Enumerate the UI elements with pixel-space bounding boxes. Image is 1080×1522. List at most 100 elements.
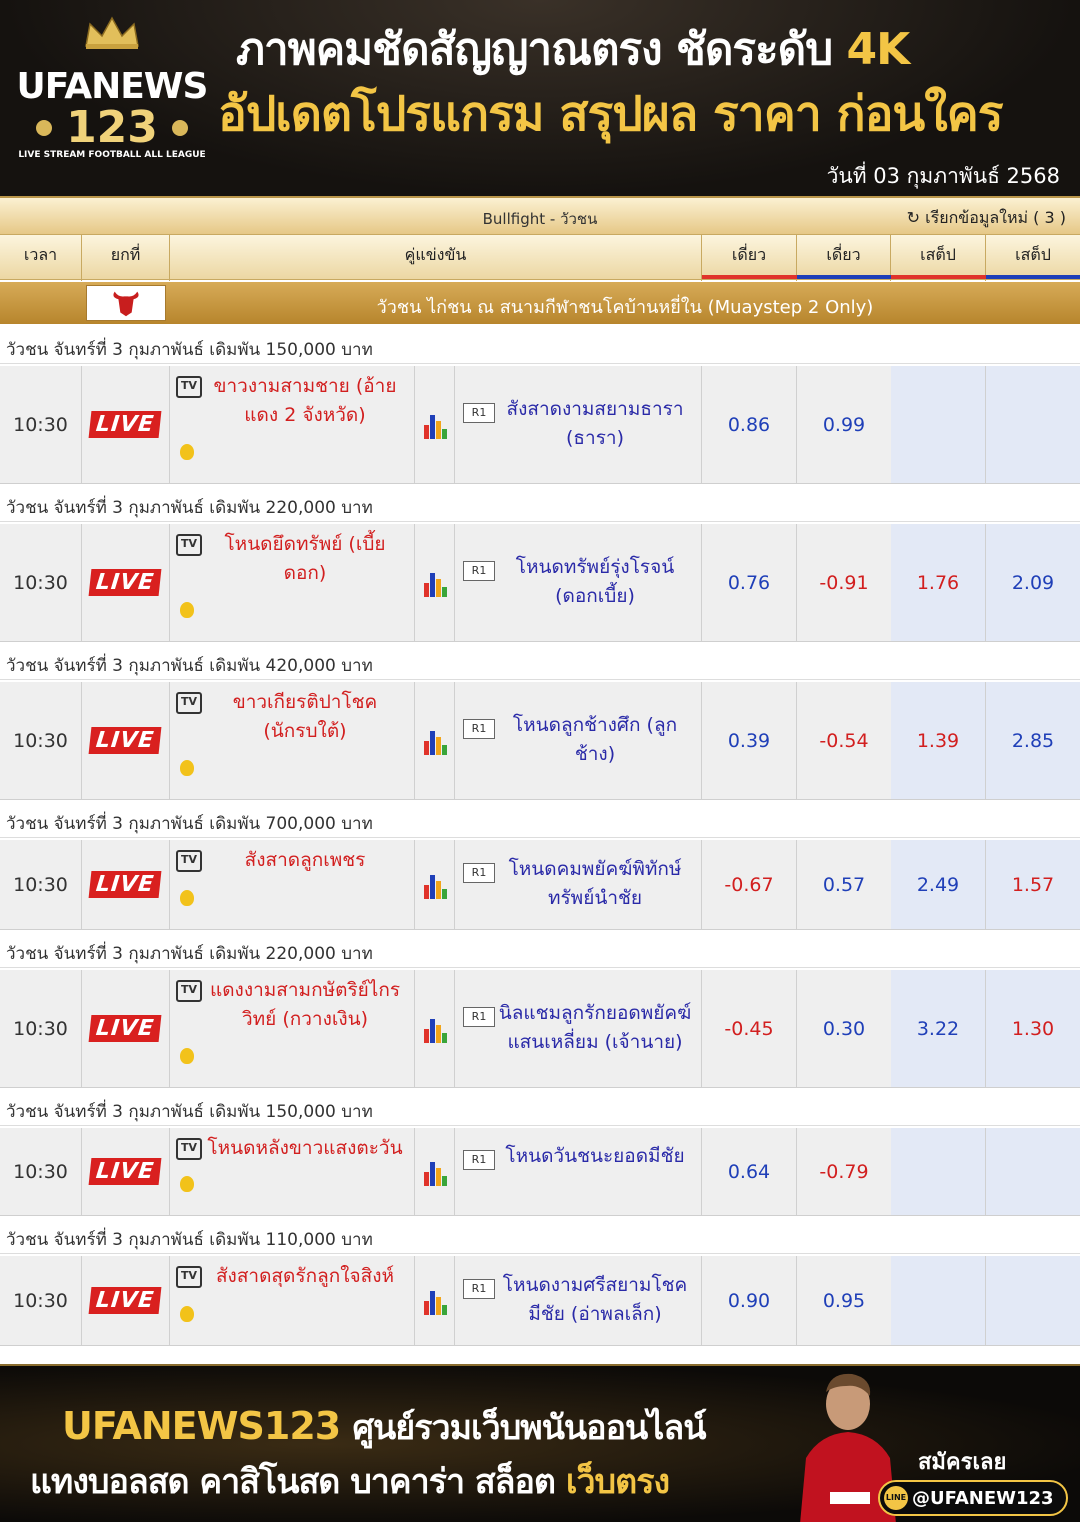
- football-icon: [172, 120, 188, 136]
- odds-cell[interactable]: -0.79: [797, 1128, 892, 1215]
- match-row[interactable]: 10:30 LIVE TV สังสาดสุดรักลูกใจสิงห์ R1 โหนดง…: [0, 1256, 1080, 1346]
- home-team-cell[interactable]: TV สังสาดสุดรักลูกใจสิงห์: [170, 1256, 415, 1345]
- away-team-cell[interactable]: R1 โหนดทรัพย์รุ่งโรจน์ (ดอกเบี้ย): [455, 524, 702, 641]
- away-team-cell[interactable]: R1 โหนดลูกช้างศึก (ลูกช้าง): [455, 682, 702, 799]
- tv-icon[interactable]: TV: [176, 980, 202, 1002]
- tv-icon[interactable]: TV: [176, 376, 202, 398]
- yellow-card-icon: [180, 444, 194, 460]
- home-team-cell[interactable]: TV แดงงามสามกษัตริย์ไกรวิทย์ (กวางเงิน): [170, 970, 415, 1087]
- stats-cell[interactable]: [415, 682, 455, 799]
- stats-cell[interactable]: [415, 1128, 455, 1215]
- odds-cell[interactable]: -0.54: [797, 682, 892, 799]
- odds-cell[interactable]: -0.91: [797, 524, 892, 641]
- stats-bar: [429, 874, 435, 899]
- home-team-cell[interactable]: TV โหนดหลังขาวแสงตะวัน: [170, 1128, 415, 1215]
- footer-brand: UFANEWS123: [62, 1404, 341, 1448]
- tv-icon[interactable]: TV: [176, 534, 202, 556]
- line-contact-button[interactable]: LINE @UFANEW123: [878, 1480, 1068, 1516]
- stats-chart-icon[interactable]: [423, 569, 447, 597]
- live-cell[interactable]: LIVE: [82, 1256, 170, 1345]
- header-banner: UFANEWS 123 LIVE STREAM FOOTBALL ALL LEA…: [0, 0, 1080, 196]
- match-row[interactable]: 10:30 LIVE TV ขาวงามสามชาย (อ้ายแดง 2 จังหว…: [0, 366, 1080, 484]
- match-row[interactable]: 10:30 LIVE TV ขาวเกียรติปาโชค (นักรบใต้) R1 โ…: [0, 682, 1080, 800]
- home-team-name: สังสาดลูกเพชร: [244, 849, 366, 871]
- odds-cell[interactable]: 0.90: [702, 1256, 797, 1345]
- tv-icon[interactable]: TV: [176, 1266, 202, 1288]
- col-bar-blue: [797, 275, 891, 279]
- odds-cell[interactable]: 3.22: [891, 970, 986, 1087]
- stats-bar: [435, 880, 441, 899]
- refresh-button[interactable]: ↻ เรียกข้อมูลใหม่ ( 3 ): [907, 206, 1066, 231]
- away-team-cell[interactable]: R1 โหนดวันชนะยอดมีชัย: [455, 1128, 702, 1215]
- match-header: วัวชน จันทร์ที่ 3 กุมภาพันธ์ เดิมพัน 700…: [0, 800, 1080, 838]
- site-logo[interactable]: UFANEWS 123 LIVE STREAM FOOTBALL ALL LEA…: [14, 10, 210, 188]
- stats-bar: [423, 582, 429, 597]
- home-team-cell[interactable]: TV ขาวงามสามชาย (อ้ายแดง 2 จังหวัด): [170, 366, 415, 483]
- away-team-cell[interactable]: R1 โหนดงามศรีสยามโชคมีชัย (อ่าพลเล็ก): [455, 1256, 702, 1345]
- home-team-name: ขาวงามสามชาย (อ้ายแดง 2 จังหวัด): [213, 375, 397, 426]
- stats-chart-icon[interactable]: [423, 1158, 447, 1186]
- odds-cell[interactable]: 2.09: [986, 524, 1080, 641]
- live-cell[interactable]: LIVE: [82, 1128, 170, 1215]
- tv-icon[interactable]: TV: [176, 850, 202, 872]
- tv-icon[interactable]: TV: [176, 1138, 202, 1160]
- odds-cell[interactable]: -0.45: [702, 970, 797, 1087]
- yellow-card-icon: [180, 1176, 194, 1192]
- league-row[interactable]: วัวชน ไก่ชน ณ สนามกีฬาชนโคบ้านหยี่ใน (Mu…: [0, 282, 1080, 324]
- away-team-cell[interactable]: R1 สังสาดงามสยามธารา (ธารา): [455, 366, 702, 483]
- odds-cell[interactable]: 0.76: [702, 524, 797, 641]
- odds-cell[interactable]: 0.86: [702, 366, 797, 483]
- odds-cell[interactable]: 0.39: [702, 682, 797, 799]
- match-row[interactable]: 10:30 LIVE TV สังสาดลูกเพชร R1 โหนดคมพยัคฆ์พิ…: [0, 840, 1080, 930]
- stats-cell[interactable]: [415, 840, 455, 929]
- odds-cell[interactable]: 0.95: [797, 1256, 892, 1345]
- live-cell[interactable]: LIVE: [82, 970, 170, 1087]
- headline-accent: 4K: [846, 24, 911, 75]
- away-team-cell[interactable]: R1 นิลแชมลูกรักยอดพยัคฆ์แสนเหลี่ยม (เจ้าน…: [455, 970, 702, 1087]
- odds-cell[interactable]: 1.57: [986, 840, 1080, 929]
- live-badge[interactable]: LIVE: [88, 411, 163, 438]
- odds-cell[interactable]: 0.30: [797, 970, 892, 1087]
- odds-cell[interactable]: 1.39: [891, 682, 986, 799]
- round-badge: R1: [463, 561, 495, 581]
- stats-chart-icon[interactable]: [423, 1287, 447, 1315]
- live-badge[interactable]: LIVE: [88, 1015, 163, 1042]
- live-cell[interactable]: LIVE: [82, 840, 170, 929]
- odds-cell[interactable]: -0.67: [702, 840, 797, 929]
- live-cell[interactable]: LIVE: [82, 524, 170, 641]
- match-row[interactable]: 10:30 LIVE TV โหนดหลังขาวแสงตะวัน R1 โหนดวันช…: [0, 1128, 1080, 1216]
- live-badge[interactable]: LIVE: [88, 1158, 163, 1185]
- match-row[interactable]: 10:30 LIVE TV โหนดยึดทรัพย์ (เบี้ยดอก) R1 โหน…: [0, 524, 1080, 642]
- live-cell[interactable]: LIVE: [82, 682, 170, 799]
- live-cell[interactable]: LIVE: [82, 366, 170, 483]
- live-badge[interactable]: LIVE: [88, 727, 163, 754]
- odds-cell[interactable]: 0.99: [797, 366, 892, 483]
- home-team-cell[interactable]: TV สังสาดลูกเพชร: [170, 840, 415, 929]
- signup-button[interactable]: สมัครเลย: [918, 1444, 1006, 1479]
- stats-chart-icon[interactable]: [423, 871, 447, 899]
- away-team-name: โหนดคมพยัคฆ์พิทักษ์ทรัพย์นำชัย: [508, 858, 682, 909]
- stats-chart-icon[interactable]: [423, 1015, 447, 1043]
- odds-cell[interactable]: 2.85: [986, 682, 1080, 799]
- live-badge[interactable]: LIVE: [88, 569, 163, 596]
- stats-chart-icon[interactable]: [423, 411, 447, 439]
- stats-cell[interactable]: [415, 970, 455, 1087]
- live-badge[interactable]: LIVE: [88, 871, 163, 898]
- footer-tagline: ศูนย์รวมเว็บพนันออนไลน์: [352, 1408, 706, 1448]
- odds-cell[interactable]: 1.30: [986, 970, 1080, 1087]
- home-team-cell[interactable]: TV โหนดยึดทรัพย์ (เบี้ยดอก): [170, 524, 415, 641]
- stats-cell[interactable]: [415, 366, 455, 483]
- odds-cell[interactable]: 2.49: [891, 840, 986, 929]
- stats-cell[interactable]: [415, 524, 455, 641]
- live-badge[interactable]: LIVE: [88, 1287, 163, 1314]
- away-team-cell[interactable]: R1 โหนดคมพยัคฆ์พิทักษ์ทรัพย์นำชัย: [455, 840, 702, 929]
- col-match: คู่แข่งขัน: [170, 235, 702, 281]
- odds-cell[interactable]: 0.64: [702, 1128, 797, 1215]
- odds-cell[interactable]: 1.76: [891, 524, 986, 641]
- tv-icon[interactable]: TV: [176, 692, 202, 714]
- stats-chart-icon[interactable]: [423, 727, 447, 755]
- odds-cell[interactable]: 0.57: [797, 840, 892, 929]
- match-row[interactable]: 10:30 LIVE TV แดงงามสามกษัตริย์ไกรวิทย์ (กว…: [0, 970, 1080, 1088]
- home-team-cell[interactable]: TV ขาวเกียรติปาโชค (นักรบใต้): [170, 682, 415, 799]
- stats-cell[interactable]: [415, 1256, 455, 1345]
